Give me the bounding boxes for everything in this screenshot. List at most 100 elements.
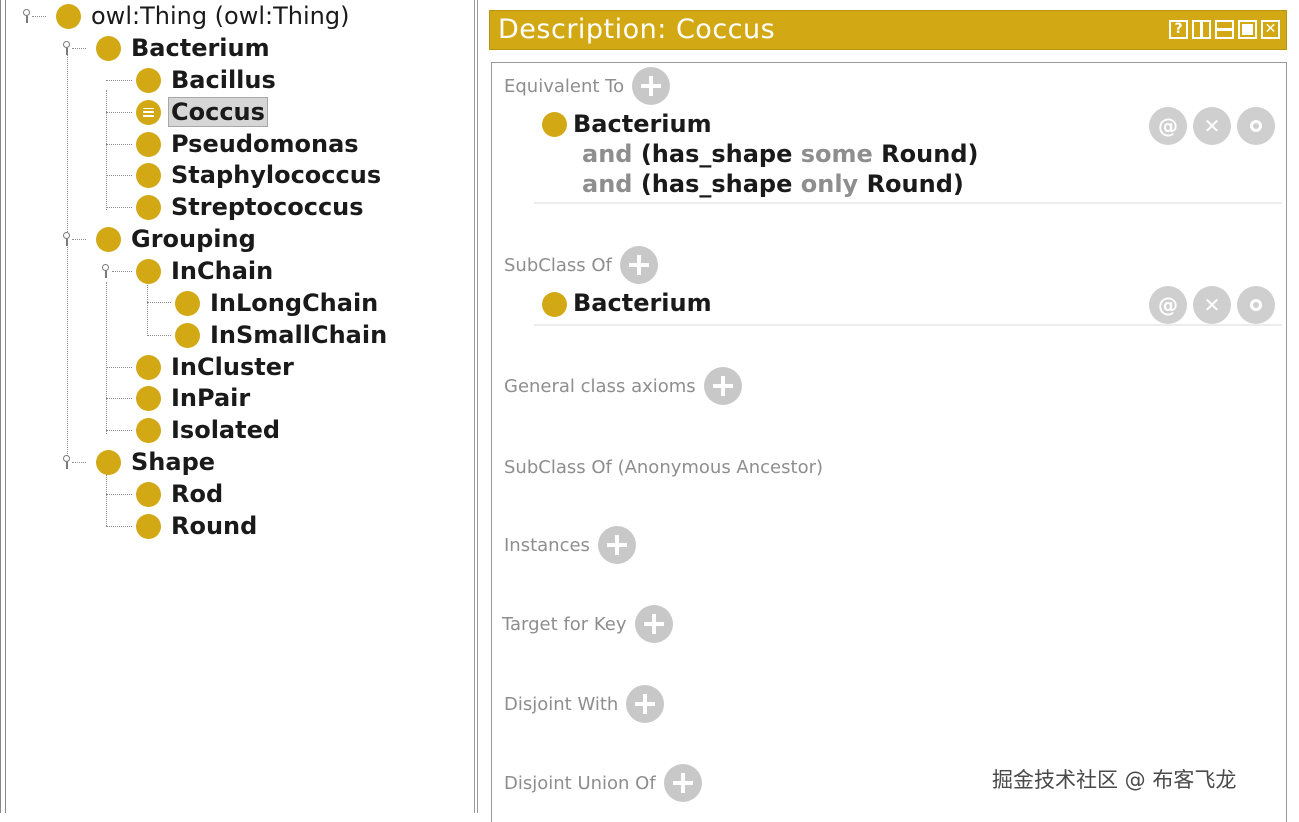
collapse-handle-icon[interactable] bbox=[60, 455, 74, 469]
tree-node-label: Pseudomonas bbox=[171, 130, 359, 158]
section-label: Instances bbox=[504, 534, 590, 556]
tree-connector bbox=[106, 207, 132, 208]
watermark: 掘金技术社区 @ 布客飞龙 bbox=[992, 768, 1237, 792]
class-circle-icon bbox=[175, 322, 200, 348]
tree-connector bbox=[72, 462, 86, 463]
section-equivalent-to: Equivalent To bbox=[504, 67, 671, 105]
add-equivalent-button[interactable] bbox=[632, 67, 671, 105]
tree-node-bacillus[interactable]: Bacillus bbox=[136, 65, 276, 95]
tree-connector bbox=[106, 367, 132, 368]
tree-node-label: Bacillus bbox=[171, 66, 276, 94]
tree-connector bbox=[147, 335, 171, 336]
tree-node-label: Round bbox=[171, 512, 258, 540]
minimize-icon[interactable] bbox=[1215, 20, 1234, 39]
tree-connector bbox=[106, 474, 107, 526]
add-instance-button[interactable] bbox=[597, 526, 636, 564]
equivalent-class-name: Bacterium bbox=[573, 110, 712, 138]
class-circle-icon bbox=[136, 258, 161, 284]
section-instances: Instances bbox=[504, 526, 636, 564]
property: (has_shape bbox=[640, 140, 793, 168]
delete-button[interactable]: ✕ bbox=[1193, 107, 1231, 145]
edit-button[interactable] bbox=[1237, 107, 1275, 145]
section-label: Disjoint With bbox=[504, 693, 619, 715]
panel-window-buttons: ? ✕ bbox=[1169, 20, 1280, 39]
help-button[interactable]: ? bbox=[1169, 20, 1188, 39]
split-pane-divider[interactable] bbox=[474, 0, 478, 813]
split-view-icon[interactable] bbox=[1192, 20, 1211, 39]
add-disjoint-button[interactable] bbox=[626, 685, 665, 723]
tree-node-label: Isolated bbox=[171, 416, 281, 444]
tree-node-incluster[interactable]: InCluster bbox=[136, 352, 294, 382]
edit-button[interactable] bbox=[1237, 286, 1275, 324]
quantifier: some bbox=[800, 140, 873, 168]
maximize-icon[interactable] bbox=[1238, 20, 1257, 39]
add-key-button[interactable] bbox=[634, 605, 673, 643]
class-circle-icon bbox=[136, 513, 161, 539]
tree-node-insmallchain[interactable]: InSmallChain bbox=[175, 320, 387, 350]
class-circle-icon bbox=[96, 449, 121, 475]
section-disjoint-with: Disjoint With bbox=[504, 685, 665, 723]
close-button[interactable]: ✕ bbox=[1261, 20, 1280, 39]
equivalent-expression-line: and (has_shape only Round) bbox=[582, 169, 964, 199]
class-circle-icon bbox=[96, 35, 121, 61]
section-label: Equivalent To bbox=[504, 75, 625, 97]
section-target-for-key: Target for Key bbox=[502, 605, 673, 643]
add-superclass-button[interactable] bbox=[619, 246, 658, 284]
tree-connector bbox=[32, 16, 46, 17]
tree-node-inchain[interactable]: InChain bbox=[136, 256, 273, 286]
tree-node-label: InLongChain bbox=[210, 289, 379, 317]
tree-node-label: Shape bbox=[131, 448, 216, 476]
tree-node-label: InSmallChain bbox=[210, 321, 388, 349]
tree-connector bbox=[106, 282, 107, 434]
class-circle-icon bbox=[136, 354, 161, 380]
equivalent-expression-line: and (has_shape some Round) bbox=[582, 139, 978, 169]
property: (has_shape bbox=[640, 170, 793, 198]
tree-node-pseudomonas[interactable]: Pseudomonas bbox=[136, 129, 359, 159]
tree-node-label: Streptococcus bbox=[171, 193, 364, 221]
tree-node-staphylococcus[interactable]: Staphylococcus bbox=[136, 160, 381, 190]
annotate-button[interactable]: @ bbox=[1149, 286, 1187, 324]
class-circle-icon bbox=[542, 292, 567, 317]
tree-connector bbox=[106, 80, 132, 81]
tree-node-label-selected: Coccus bbox=[168, 97, 268, 127]
row-separator bbox=[534, 202, 1282, 204]
keyword: and bbox=[582, 170, 633, 198]
keyword: and bbox=[582, 140, 633, 168]
tree-node-inlongchain[interactable]: InLongChain bbox=[175, 288, 378, 318]
row-separator bbox=[534, 324, 1282, 326]
tree-node-round[interactable]: Round bbox=[136, 511, 257, 541]
collapse-handle-icon[interactable] bbox=[60, 41, 74, 55]
tree-node-rod[interactable]: Rod bbox=[136, 479, 223, 509]
add-general-axiom-button[interactable] bbox=[703, 367, 742, 405]
tree-node-label: InCluster bbox=[171, 353, 294, 381]
tree-node-streptococcus[interactable]: Streptococcus bbox=[136, 192, 364, 222]
tree-node-shape[interactable]: Shape bbox=[96, 447, 215, 477]
delete-button[interactable]: ✕ bbox=[1193, 286, 1231, 324]
class-circle-icon bbox=[136, 194, 161, 220]
equivalent-row-actions: @ ✕ bbox=[1149, 107, 1275, 145]
tree-node-inpair[interactable]: InPair bbox=[136, 383, 250, 413]
class-circle-icon bbox=[56, 3, 81, 29]
tree-node-owl-thing[interactable]: owl:Thing (owl:Thing) bbox=[56, 1, 349, 31]
tree-connector bbox=[106, 398, 132, 399]
tree-connector bbox=[106, 430, 132, 431]
collapse-handle-icon[interactable] bbox=[60, 232, 74, 246]
add-disjoint-union-button[interactable] bbox=[663, 764, 702, 802]
collapse-handle-icon[interactable] bbox=[20, 9, 34, 23]
tree-node-isolated[interactable]: Isolated bbox=[136, 415, 280, 445]
tree-node-label: InChain bbox=[171, 257, 274, 285]
tree-node-label: Grouping bbox=[131, 225, 256, 253]
tree-connector bbox=[106, 175, 132, 176]
tree-node-label: InPair bbox=[171, 384, 251, 412]
tree-node-coccus[interactable]: Coccus bbox=[136, 97, 268, 127]
class-circle-icon bbox=[96, 226, 121, 252]
annotate-button[interactable]: @ bbox=[1149, 107, 1187, 145]
description-panel-header: Description: Coccus ? ✕ bbox=[489, 10, 1287, 50]
class-circle-icon bbox=[136, 385, 161, 411]
tree-node-grouping[interactable]: Grouping bbox=[96, 224, 256, 254]
tree-node-bacterium[interactable]: Bacterium bbox=[96, 33, 270, 63]
section-label: Target for Key bbox=[502, 613, 627, 635]
tree-connector bbox=[112, 271, 132, 272]
quantifier: only bbox=[800, 170, 859, 198]
collapse-handle-icon[interactable] bbox=[99, 264, 113, 278]
